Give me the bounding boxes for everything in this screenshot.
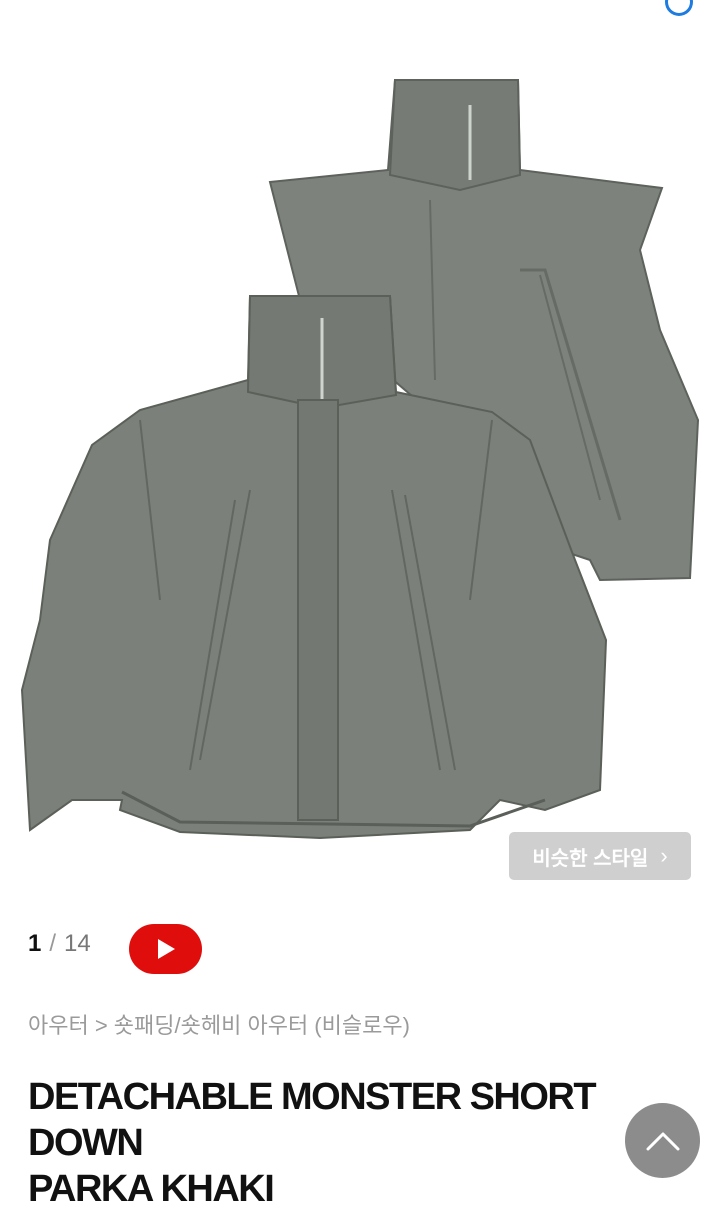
image-pager: 1 / 14 <box>28 930 91 958</box>
chevron-up-icon <box>646 1132 679 1150</box>
product-image[interactable] <box>0 0 719 900</box>
similar-style-button[interactable]: 비슷한 스타일 › <box>509 832 691 880</box>
jacket-illustration <box>20 79 700 840</box>
similar-style-label: 비슷한 스타일 <box>532 847 649 870</box>
youtube-video-button[interactable] <box>129 924 202 974</box>
youtube-play-icon <box>157 939 175 959</box>
pager-current: 1 <box>28 930 42 957</box>
category-breadcrumb[interactable]: 아우터 > 숏패딩/숏헤비 아우터 (비슬로우) <box>28 1008 410 1040</box>
product-title: DETACHABLE MONSTER SHORT DOWN PARKA KHAK… <box>28 1074 688 1212</box>
pager-total: 14 <box>64 930 91 957</box>
pager-separator: / <box>49 930 57 957</box>
product-title-line1: DETACHABLE MONSTER SHORT DOWN <box>28 1076 597 1164</box>
chevron-right-icon: › <box>660 843 668 868</box>
scroll-to-top-button[interactable] <box>625 1103 700 1178</box>
product-title-line2: PARKA KHAKI <box>28 1168 275 1210</box>
